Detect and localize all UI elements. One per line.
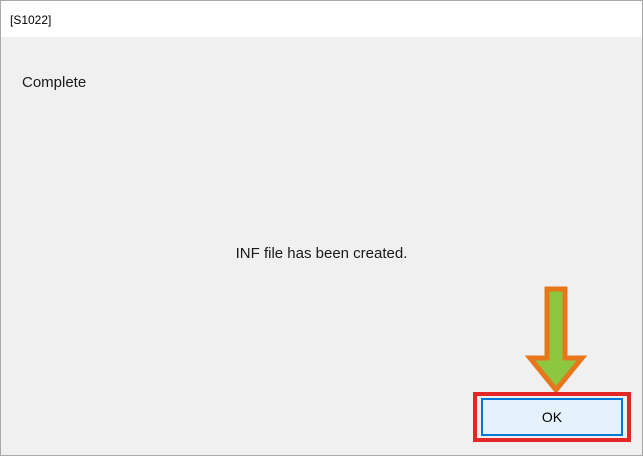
ok-button[interactable]: OK — [481, 398, 623, 436]
dialog-message: INF file has been created. — [235, 245, 408, 262]
dialog-title: [S1022] — [10, 13, 52, 27]
title-bar: [S1022] — [1, 1, 642, 37]
down-arrow-annotation-icon — [525, 286, 587, 394]
dialog-heading: Complete — [22, 74, 87, 91]
